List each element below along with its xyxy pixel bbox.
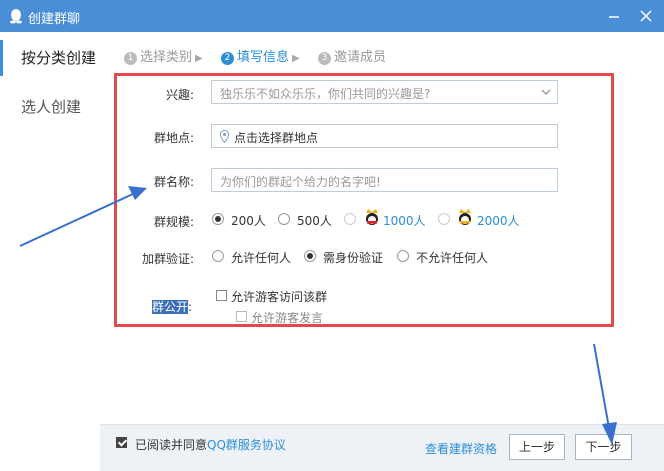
arrow-to-next-button (593, 343, 610, 429)
annotation-arrows (19, 186, 617, 445)
arrow-head-left (128, 186, 147, 200)
arrow-head-right (602, 422, 617, 445)
arrow-to-name-field (19, 192, 136, 247)
